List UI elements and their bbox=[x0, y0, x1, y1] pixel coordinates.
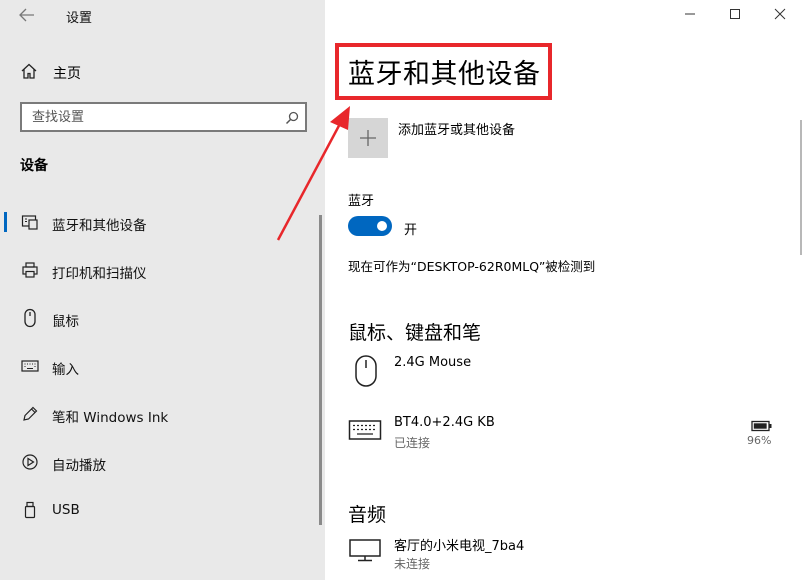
sidebar-scrollbar[interactable] bbox=[319, 215, 322, 525]
device-name: 客厅的小米电视_7ba4 bbox=[394, 539, 525, 554]
maximize-icon bbox=[730, 9, 740, 19]
minimize-button[interactable] bbox=[680, 4, 700, 24]
close-button[interactable] bbox=[770, 4, 790, 24]
home-icon bbox=[20, 62, 38, 84]
sidebar-item-label: USB bbox=[52, 502, 80, 518]
sidebar-item-label: 打印机和扫描仪 bbox=[52, 266, 147, 282]
sidebar: 设置 主页 设备 蓝牙和其他设备 bbox=[0, 0, 325, 580]
app-title: 设置 bbox=[66, 11, 93, 26]
highlight-annotation-box bbox=[335, 43, 552, 100]
section-heading: 设备 bbox=[20, 158, 48, 174]
pen-icon bbox=[20, 404, 40, 424]
bluetooth-state-text: 开 bbox=[404, 223, 418, 238]
sidebar-item-label: 笔和 Windows Ink bbox=[52, 410, 169, 426]
sidebar-item-pen[interactable]: 笔和 Windows Ink bbox=[0, 394, 318, 434]
toggle-knob bbox=[377, 221, 387, 231]
device-item-mouse[interactable]: 2.4G Mouse bbox=[348, 350, 788, 400]
sidebar-item-typing[interactable]: 输入 bbox=[0, 346, 318, 386]
maximize-button[interactable] bbox=[725, 4, 745, 24]
sidebar-item-home[interactable]: 主页 bbox=[0, 56, 320, 88]
device-status: 已连接 bbox=[394, 436, 431, 450]
back-button[interactable] bbox=[0, 0, 54, 30]
battery-percent: 96% bbox=[747, 434, 772, 447]
sidebar-item-printers[interactable]: 打印机和扫描仪 bbox=[0, 250, 318, 290]
window-controls bbox=[666, 4, 806, 24]
device-item-keyboard[interactable]: BT4.0+2.4G KB 已连接 96% bbox=[348, 410, 788, 460]
discoverable-text: 现在可作为“DESKTOP-62R0MLQ”被检测到 bbox=[348, 259, 596, 274]
monitor-icon bbox=[348, 538, 382, 566]
add-device-label[interactable]: 添加蓝牙或其他设备 bbox=[398, 119, 515, 138]
active-indicator bbox=[4, 212, 7, 232]
mouse-icon bbox=[354, 354, 378, 392]
sidebar-item-mouse[interactable]: 鼠标 bbox=[0, 298, 318, 338]
printer-icon bbox=[20, 260, 40, 280]
device-item-tv[interactable]: 客厅的小米电视_7ba4 未连接 bbox=[348, 528, 788, 578]
sidebar-item-label: 蓝牙和其他设备 bbox=[52, 218, 147, 234]
minimize-icon bbox=[685, 13, 695, 15]
keyboard-icon bbox=[348, 418, 382, 446]
sidebar-item-label: 主页 bbox=[53, 66, 81, 82]
usb-icon bbox=[20, 500, 40, 520]
sidebar-item-label: 鼠标 bbox=[52, 314, 79, 330]
device-name: BT4.0+2.4G KB bbox=[394, 415, 495, 430]
device-status: 未连接 bbox=[394, 557, 431, 571]
autoplay-icon bbox=[20, 452, 40, 472]
plus-icon bbox=[360, 130, 376, 146]
search-box[interactable] bbox=[20, 102, 307, 132]
sidebar-item-autoplay[interactable]: 自动播放 bbox=[0, 442, 318, 482]
close-icon bbox=[774, 8, 786, 20]
sidebar-item-label: 输入 bbox=[52, 362, 79, 378]
back-arrow-icon bbox=[19, 8, 34, 22]
mouse-icon bbox=[20, 308, 40, 328]
audio-devices-heading: 音频 bbox=[348, 504, 387, 526]
sidebar-item-label: 自动播放 bbox=[52, 458, 106, 474]
main-scrollbar[interactable] bbox=[800, 120, 802, 255]
keyboard-icon bbox=[20, 356, 40, 376]
annotation-arrow bbox=[276, 106, 350, 241]
device-name: 2.4G Mouse bbox=[394, 355, 472, 370]
search-input[interactable] bbox=[22, 104, 272, 130]
bluetooth-devices-icon bbox=[20, 212, 40, 232]
sidebar-item-usb[interactable]: USB bbox=[0, 490, 318, 530]
input-devices-heading: 鼠标、键盘和笔 bbox=[348, 322, 482, 344]
